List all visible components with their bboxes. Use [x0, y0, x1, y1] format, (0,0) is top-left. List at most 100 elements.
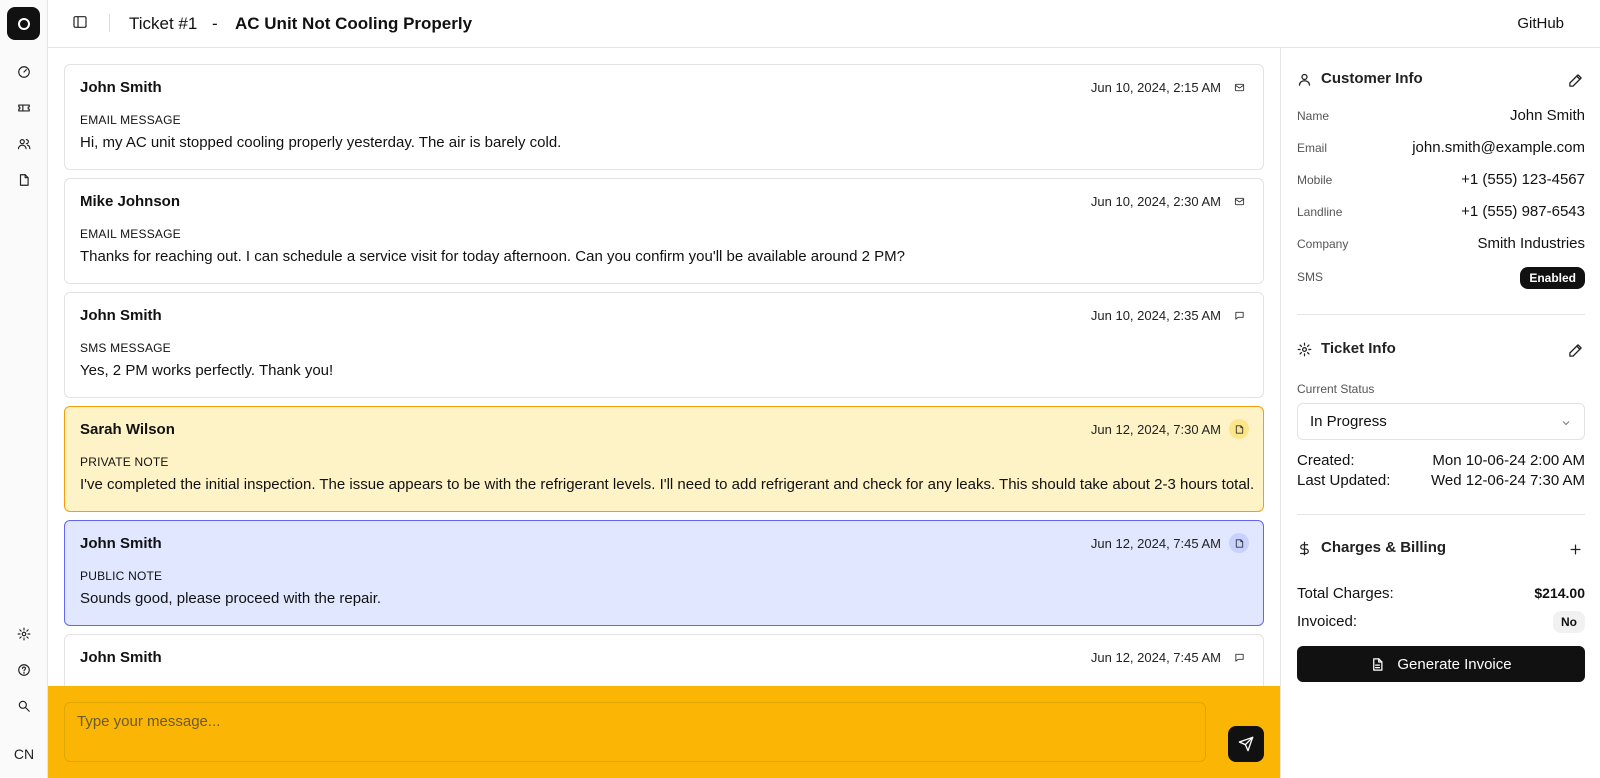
title-separator: -	[212, 14, 218, 33]
send-icon	[1238, 736, 1254, 752]
chevron-down-icon	[1560, 416, 1572, 428]
field-value: john.smith@example.com	[1412, 139, 1585, 156]
customer-field-sms: SMS Enabled	[1297, 267, 1585, 289]
message-timestamp: Jun 10, 2024, 2:30 AM	[1090, 194, 1221, 209]
status-value: In Progress	[1310, 413, 1387, 430]
message-thread[interactable]: John Smith Jun 10, 2024, 2:15 AM EMAIL M…	[48, 48, 1280, 686]
customer-info-header: Customer Info	[1297, 68, 1585, 92]
pencil-icon	[1568, 343, 1582, 357]
dollar-icon	[1297, 541, 1313, 557]
billing-header: Charges & Billing	[1297, 537, 1585, 561]
document-icon[interactable]	[12, 168, 36, 192]
total-charges-label: Total Charges:	[1297, 585, 1394, 602]
customer-info-title: Customer Info	[1321, 70, 1423, 87]
public-note-card: John Smith Jun 12, 2024, 7:45 AM PUBLIC …	[64, 520, 1264, 626]
field-label: Mobile	[1297, 173, 1333, 187]
message-card: Mike Johnson Jun 10, 2024, 2:30 AM EMAIL…	[64, 178, 1264, 284]
plus-icon	[1570, 544, 1580, 554]
sidebar-toggle-icon[interactable]	[72, 14, 90, 32]
message-input[interactable]	[64, 702, 1206, 762]
created-value: Mon 10-06-24 2:00 AM	[1432, 452, 1585, 469]
message-author: Sarah Wilson	[80, 421, 175, 438]
customer-field-name: Name John Smith	[1297, 106, 1585, 128]
mail-icon	[1229, 77, 1249, 97]
message-body: Sounds good, please proceed with the rep…	[80, 590, 382, 607]
mail-icon	[1229, 191, 1249, 211]
message-author: John Smith	[80, 649, 162, 666]
billing-title: Charges & Billing	[1321, 539, 1447, 556]
field-value: +1 (555) 123-4567	[1461, 171, 1585, 188]
settings-icon[interactable]	[12, 622, 36, 646]
message-author: John Smith	[80, 307, 162, 324]
message-type: PRIVATE NOTE	[80, 455, 169, 469]
message-author: John Smith	[80, 79, 162, 96]
search-icon[interactable]	[12, 694, 36, 718]
message-body: I've completed the initial inspection. T…	[80, 476, 1255, 493]
field-label: Company	[1297, 237, 1349, 251]
message-body: Hi, my AC unit stopped cooling properly …	[80, 134, 562, 151]
sms-status-badge: Enabled	[1520, 267, 1585, 289]
generate-invoice-button[interactable]: Generate Invoice	[1297, 646, 1585, 682]
customer-field-company: Company Smith Industries	[1297, 234, 1585, 256]
message-card: John Smith Jun 12, 2024, 7:45 AM	[64, 634, 1264, 686]
invoiced-row: Invoiced: No	[1297, 611, 1585, 633]
message-body: Thanks for reaching out. I can schedule …	[80, 248, 905, 265]
gear-icon	[1297, 342, 1313, 358]
top-header: Ticket #1 - AC Unit Not Cooling Properly…	[48, 0, 1600, 48]
message-type: EMAIL MESSAGE	[80, 113, 181, 127]
users-icon[interactable]	[12, 132, 36, 156]
ticket-info-header: Ticket Info	[1297, 338, 1585, 362]
message-author: Mike Johnson	[80, 193, 181, 210]
help-icon[interactable]	[12, 658, 36, 682]
pencil-icon	[1568, 73, 1582, 87]
app-logo[interactable]	[7, 7, 40, 40]
updated-value: Wed 12-06-24 7:30 AM	[1431, 472, 1585, 489]
message-timestamp: Jun 12, 2024, 7:45 AM	[1090, 536, 1221, 551]
message-timestamp: Jun 10, 2024, 2:35 AM	[1090, 308, 1221, 323]
created-row: Created: Mon 10-06-24 2:00 AM	[1297, 452, 1585, 472]
github-link[interactable]: GitHub	[1517, 15, 1564, 32]
customer-field-email: Email john.smith@example.com	[1297, 138, 1585, 160]
message-timestamp: Jun 12, 2024, 7:30 AM	[1090, 422, 1221, 437]
dashboard-icon[interactable]	[12, 60, 36, 84]
updated-row: Last Updated: Wed 12-06-24 7:30 AM	[1297, 472, 1585, 492]
field-label: Landline	[1297, 205, 1343, 219]
message-timestamp: Jun 12, 2024, 7:45 AM	[1090, 650, 1221, 665]
edit-customer-button[interactable]	[1565, 70, 1585, 90]
field-value: John Smith	[1509, 107, 1585, 124]
message-composer	[48, 686, 1280, 778]
field-value: +1 (555) 987-6543	[1461, 203, 1585, 220]
status-select[interactable]: In Progress	[1297, 403, 1585, 440]
status-label: Current Status	[1297, 382, 1375, 396]
total-charges-value: $214.00	[1534, 585, 1585, 601]
edit-ticket-button[interactable]	[1565, 340, 1585, 360]
section-divider	[1297, 514, 1585, 515]
chat-icon	[1229, 305, 1249, 325]
generate-invoice-label: Generate Invoice	[1397, 655, 1512, 673]
created-label: Created:	[1297, 452, 1355, 469]
add-charge-button[interactable]	[1565, 539, 1585, 559]
customer-field-landline: Landline +1 (555) 987-6543	[1297, 202, 1585, 224]
field-label: Email	[1297, 141, 1328, 155]
message-type: PUBLIC NOTE	[80, 569, 163, 583]
app-rail: CN	[0, 0, 48, 778]
chat-icon	[1229, 647, 1249, 667]
details-panel: Customer Info Name John Smith Email john…	[1280, 48, 1600, 778]
note-icon	[1229, 533, 1249, 553]
send-button[interactable]	[1228, 726, 1264, 762]
message-timestamp: Jun 10, 2024, 2:15 AM	[1090, 80, 1221, 95]
ticket-icon[interactable]	[12, 96, 36, 120]
message-type: EMAIL MESSAGE	[80, 227, 181, 241]
ticket-info-title: Ticket Info	[1321, 340, 1396, 357]
file-icon	[1373, 657, 1383, 671]
field-label: Name	[1297, 109, 1330, 123]
message-author: John Smith	[80, 535, 162, 552]
ticket-number: Ticket #1	[129, 14, 198, 33]
total-charges-row: Total Charges: $214.00	[1297, 583, 1585, 605]
message-type: SMS MESSAGE	[80, 341, 171, 355]
customer-field-mobile: Mobile +1 (555) 123-4567	[1297, 170, 1585, 192]
updated-label: Last Updated:	[1297, 472, 1391, 489]
user-avatar[interactable]: CN	[8, 741, 40, 767]
invoiced-label: Invoiced:	[1297, 613, 1358, 630]
note-icon	[1229, 419, 1249, 439]
